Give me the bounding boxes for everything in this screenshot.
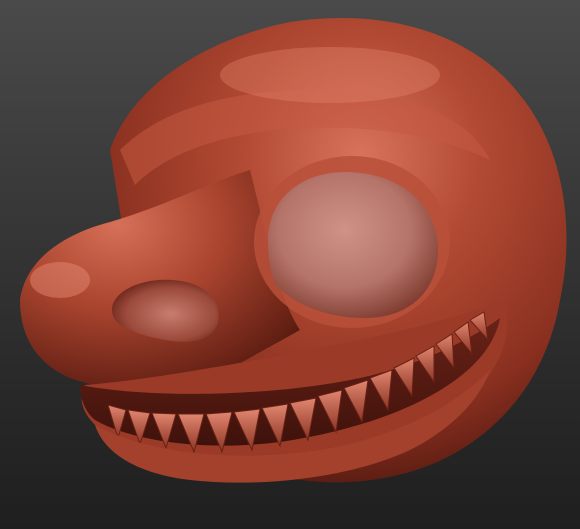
render-viewport xyxy=(0,0,580,529)
snout-highlight xyxy=(30,262,90,298)
cranium-highlight xyxy=(220,47,440,103)
sculpt-render xyxy=(20,17,567,483)
